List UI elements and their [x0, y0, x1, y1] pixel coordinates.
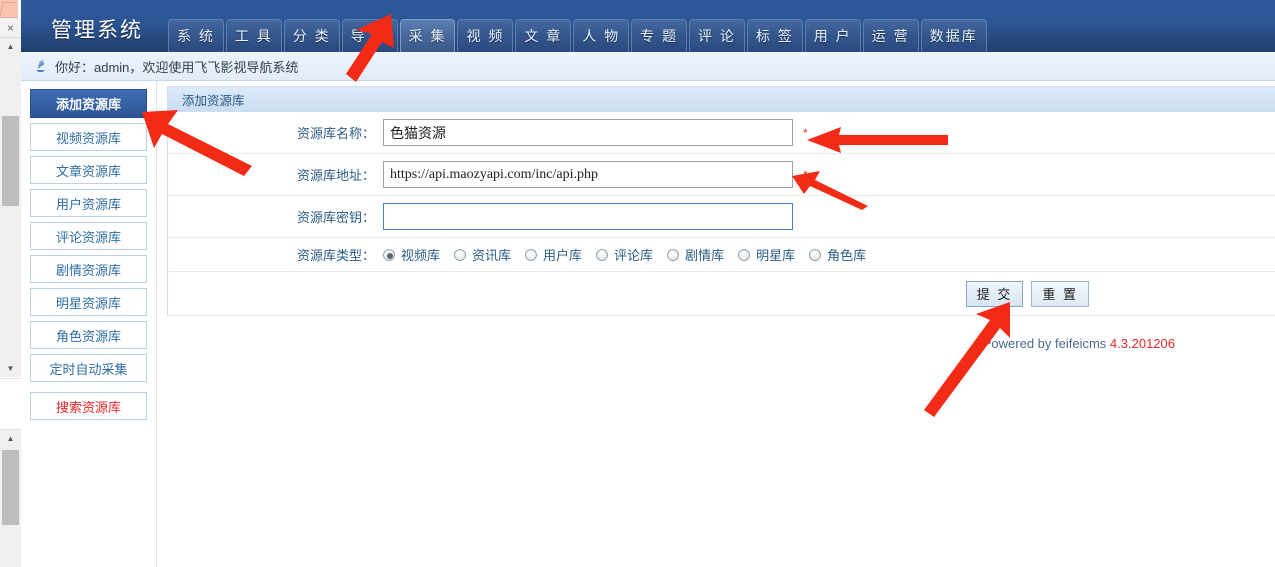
- nav-tab-2[interactable]: 分 类: [283, 19, 340, 52]
- field-label-1: 资源库地址：: [296, 168, 375, 183]
- sidebar-item-2[interactable]: 文章资源库: [30, 156, 147, 184]
- field-input-0[interactable]: [383, 119, 793, 146]
- form-row-type: 资源库类型： 视频库 资讯库 用户库 评论库 剧情库 明星库 角色库: [168, 238, 1275, 272]
- outer-scrollbar[interactable]: ▲ ▼: [0, 38, 21, 378]
- signal-icon: [32, 58, 48, 74]
- radio-option-5[interactable]: 明星库: [738, 245, 795, 264]
- radio-dot-3[interactable]: [596, 248, 609, 261]
- radio-dot-5[interactable]: [738, 248, 751, 261]
- sidebar-item-5[interactable]: 剧情资源库: [30, 255, 147, 283]
- sidebar-item-1[interactable]: 视频资源库: [30, 123, 147, 151]
- radio-dot-6[interactable]: [809, 248, 822, 261]
- field-input-1[interactable]: [383, 161, 793, 188]
- form-rows: 资源库名称： * 资源库地址： * 资源库密钥： 资源库类型： 视频库 资讯库 用户库 评论库 剧情…: [168, 112, 1275, 316]
- nav-tab-0[interactable]: 系 统: [168, 19, 224, 52]
- screenshot-root: × ▲ ▼ ▲ 管理系统 系 统工 具分 类导 航采 集视 频文 章人 物专 题…: [0, 0, 1275, 567]
- form-actions-row: 提 交重 置: [168, 272, 1275, 316]
- sidebar-item-3[interactable]: 用户资源库: [30, 189, 147, 217]
- nav-tab-6[interactable]: 文 章: [515, 19, 572, 52]
- close-icon[interactable]: ×: [0, 18, 21, 38]
- reset-button[interactable]: 重 置: [1031, 280, 1089, 307]
- sidebar-item-0[interactable]: 添加资源库: [30, 89, 147, 118]
- sidebar-item-9[interactable]: 搜索资源库: [30, 392, 147, 420]
- app-logo: 管理系统: [51, 19, 143, 42]
- radio-label-2: 用户库: [543, 248, 583, 263]
- radio-label-3: 评论库: [614, 248, 654, 263]
- radio-option-1[interactable]: 资讯库: [454, 245, 511, 264]
- nav-tab-9[interactable]: 评 论: [689, 19, 745, 52]
- scrollbar-thumb-2[interactable]: [2, 450, 19, 525]
- submit-button[interactable]: 提 交: [965, 280, 1024, 307]
- body-wrapper: 添加资源库 视频资源库 文章资源库 用户资源库 评论资源库 剧情资源库 明星资源库 角色资源库…: [21, 81, 1275, 567]
- nav-tab-7[interactable]: 人 物: [573, 19, 630, 52]
- required-marker-0: *: [803, 125, 808, 140]
- radio-label-5: 明星库: [756, 248, 796, 263]
- nav-tab-10[interactable]: 标 签: [746, 19, 803, 52]
- field-label-2: 资源库密钥：: [296, 210, 375, 225]
- field-control-1: *: [383, 161, 808, 188]
- nav-tab-1[interactable]: 工 具: [225, 19, 282, 52]
- version-text: 4.3.201206: [1109, 336, 1175, 351]
- radio-option-2[interactable]: 用户库: [525, 245, 582, 264]
- scrollbar-divider: [0, 378, 21, 430]
- radio-option-4[interactable]: 剧情库: [667, 245, 724, 264]
- radio-option-6[interactable]: 角色库: [809, 245, 866, 264]
- field-control-0: *: [383, 119, 808, 146]
- main-navigation: 系 统工 具分 类导 航采 集视 频文 章人 物专 题评 论标 签用 户运 营数…: [168, 19, 987, 52]
- radio-option-3[interactable]: 评论库: [596, 245, 653, 264]
- sidebar-item-4[interactable]: 评论资源库: [30, 222, 147, 250]
- inner-scrollbar[interactable]: ▲: [0, 430, 21, 567]
- footer: Powered by feifeicms 4.3.201206: [167, 336, 1275, 351]
- panel-title: 添加资源库: [168, 87, 1275, 112]
- nav-tab-5[interactable]: 视 频: [457, 19, 514, 52]
- type-radio-group: 视频库 资讯库 用户库 评论库 剧情库 明星库 角色库: [383, 245, 880, 264]
- radio-option-0[interactable]: 视频库: [383, 245, 440, 264]
- scroll-up-icon[interactable]: ▲: [0, 38, 21, 55]
- nav-tab-3[interactable]: 导 航: [341, 19, 398, 52]
- sidebar-item-7[interactable]: 角色资源库: [30, 321, 147, 349]
- scroll-up-icon-2[interactable]: ▲: [0, 430, 21, 447]
- sidebar-item-6[interactable]: 明星资源库: [30, 288, 147, 316]
- form-row-0: 资源库名称： *: [168, 112, 1275, 154]
- sidebar-item-8[interactable]: 定时自动采集: [30, 354, 147, 382]
- type-label: 资源库类型：: [296, 248, 375, 263]
- radio-label-1: 资讯库: [472, 248, 512, 263]
- radio-label-4: 剧情库: [685, 248, 725, 263]
- radio-dot-4[interactable]: [667, 248, 680, 261]
- nav-tab-11[interactable]: 用 户: [804, 19, 861, 52]
- nav-tab-12[interactable]: 运 营: [862, 19, 919, 52]
- radio-label-0: 视频库: [401, 248, 441, 263]
- top-header-bar: 管理系统 系 统工 具分 类导 航采 集视 频文 章人 物专 题评 论标 签用 …: [21, 0, 1275, 52]
- field-label-0: 资源库名称：: [296, 126, 375, 141]
- radio-dot-0[interactable]: [383, 248, 395, 261]
- required-marker-1: *: [803, 167, 808, 182]
- radio-dot-1[interactable]: [454, 248, 467, 261]
- nav-tab-4[interactable]: 采 集: [399, 19, 456, 52]
- field-control-2: [383, 203, 793, 230]
- radio-label-6: 角色库: [827, 248, 867, 263]
- field-input-2[interactable]: [383, 203, 793, 230]
- main-area: 添加资源库 资源库名称： * 资源库地址： * 资源库密钥： 资源库类型： 视频库 资讯库 用户…: [158, 81, 1275, 567]
- form-row-1: 资源库地址： *: [168, 154, 1275, 196]
- powered-by-text: Powered by feifeicms: [982, 336, 1110, 351]
- browser-chrome-left: × ▲ ▼ ▲: [0, 0, 21, 567]
- nav-tab-8[interactable]: 专 题: [631, 19, 688, 52]
- sidebar: 添加资源库视频资源库文章资源库用户资源库评论资源库剧情资源库明星资源库角色资源库…: [21, 81, 157, 567]
- welcome-text: 你好：admin，欢迎使用飞飞影视导航系统: [55, 59, 299, 75]
- scrollbar-thumb[interactable]: [2, 116, 19, 206]
- nav-tab-13[interactable]: 数据库: [920, 19, 987, 52]
- radio-dot-2[interactable]: [525, 248, 538, 261]
- page-content: 管理系统 系 统工 具分 类导 航采 集视 频文 章人 物专 题评 论标 签用 …: [21, 0, 1275, 567]
- browser-tab-fragment[interactable]: [0, 0, 18, 18]
- form-row-2: 资源库密钥：: [168, 196, 1275, 238]
- form-panel: 添加资源库 资源库名称： * 资源库地址： * 资源库密钥： 资源库类型： 视频库 资讯库 用户…: [167, 86, 1275, 316]
- scroll-down-icon[interactable]: ▼: [0, 360, 21, 377]
- welcome-bar: 你好：admin，欢迎使用飞飞影视导航系统: [21, 52, 1275, 81]
